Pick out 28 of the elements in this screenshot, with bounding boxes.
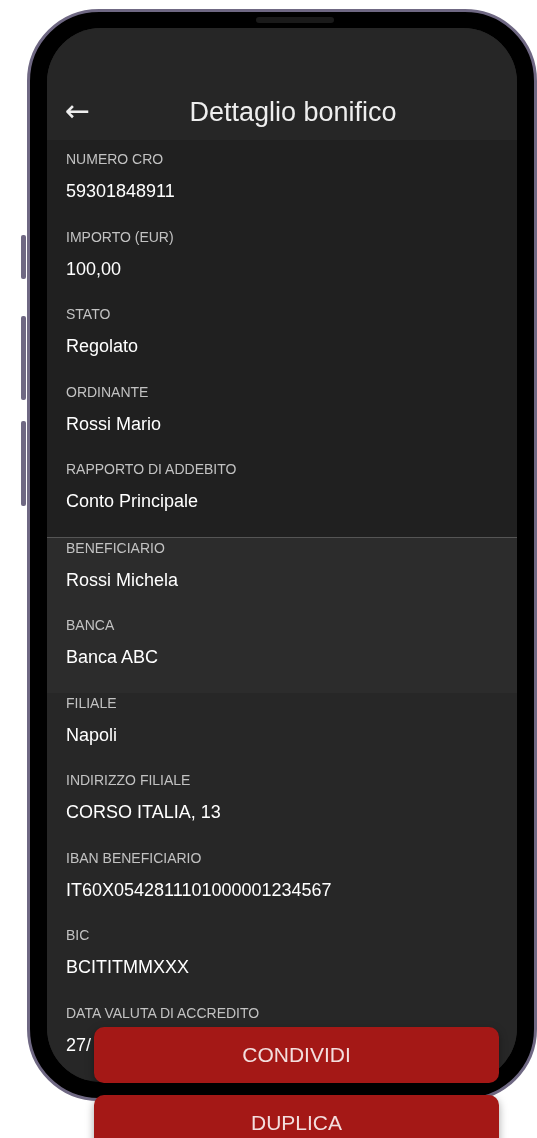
field-label: BENEFICIARIO (66, 539, 165, 557)
field-value: 59301848911 (66, 180, 175, 203)
field-label: BIC (66, 927, 90, 944)
field-label: BANCA (66, 617, 115, 634)
field-value: Conto Principale (66, 490, 199, 513)
field-label: ORDINANTE (66, 383, 149, 401)
back-button[interactable]: ← (65, 96, 91, 126)
action-button[interactable]: DUPLICA (94, 1095, 499, 1138)
field-value: Rossi Mario (66, 412, 162, 436)
field-label: INDIRIZZO FILIALE (66, 772, 191, 789)
field-label: IBAN BENEFICIARIO (66, 849, 202, 867)
field-label: FILIALE (66, 694, 117, 712)
field-value: Banca ABC (66, 646, 159, 669)
field-value: CORSO ITALIA, 13 (66, 801, 221, 824)
field-value: BCITITMMXXX (66, 956, 189, 979)
action-button[interactable]: CONDIVIDI (94, 1027, 499, 1083)
field-label: DATA VALUTA DI ACCREDITO (66, 1004, 260, 1022)
field-value: 100,00 (66, 257, 122, 281)
field-label: RAPPORTO DI ADDEBITO (66, 461, 237, 478)
field-value: Rossi Michela (66, 568, 179, 592)
screen-title: Dettaglio bonifico (189, 96, 397, 129)
field-label: NUMERO CRO (66, 151, 164, 168)
field-label: STATO (66, 306, 111, 323)
field-label: IMPORTO (EUR) (66, 228, 174, 246)
field-value: IT60X0542811101000001234567 (66, 878, 332, 902)
field-value: Regolato (66, 335, 139, 358)
field-value: 27/ (66, 1033, 92, 1057)
field-value: Napoli (66, 723, 118, 747)
